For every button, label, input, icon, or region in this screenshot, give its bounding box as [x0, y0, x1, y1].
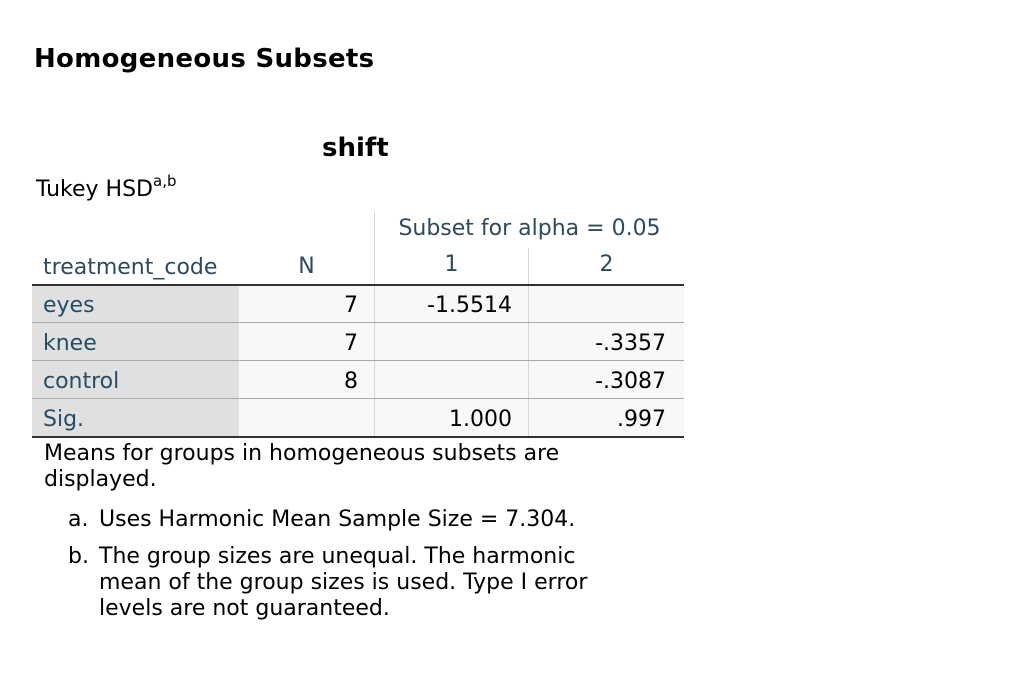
table-bottom-rule: [32, 436, 684, 438]
row-label-sig: Sig.: [43, 407, 85, 432]
subtitle-text: Tukey HSD: [36, 177, 153, 202]
cell-subset1-eyes: -1.5514: [427, 293, 512, 318]
table-subtitle: Tukey HSDa,b: [36, 174, 176, 203]
header-bottom-rule: [32, 284, 684, 286]
col-separator-n: [374, 212, 375, 438]
footnote-b: The group sizes are unequal. The harmoni…: [99, 544, 588, 621]
row-label-eyes: eyes: [43, 293, 95, 318]
col-header-subset-1: 1: [444, 252, 459, 277]
footnote-mark-b: b.: [68, 544, 89, 569]
footnote-a: Uses Harmonic Mean Sample Size = 7.304.: [99, 507, 576, 532]
row-label-knee: knee: [43, 331, 97, 356]
cell-subset1-sig: 1.000: [449, 407, 512, 432]
subtitle-footnote-marks: a,b: [153, 172, 177, 190]
table-note: Means for groups in homogeneous subsets …: [44, 441, 560, 492]
homogeneous-subsets-table: Subset for alpha = 0.05 treatment_code N…: [32, 212, 684, 438]
section-heading: Homogeneous Subsets: [34, 44, 375, 74]
cell-subset2-sig: .997: [617, 407, 666, 432]
row-label-control: control: [43, 369, 120, 394]
table-title: shift: [322, 133, 389, 163]
cell-subset2-control: -.3087: [595, 369, 666, 394]
row-divider: [32, 398, 684, 399]
row-divider: [32, 322, 684, 323]
cell-n-control: 8: [344, 369, 358, 394]
row-divider: [32, 360, 684, 361]
cell-n-knee: 7: [344, 331, 358, 356]
footnote-mark-a: a.: [68, 507, 89, 532]
subset-spanner-header: Subset for alpha = 0.05: [398, 216, 661, 241]
col-header-subset-2: 2: [599, 252, 614, 277]
cell-subset2-knee: -.3357: [595, 331, 666, 356]
col-header-treatment-code: treatment_code: [43, 255, 218, 280]
col-header-n: N: [298, 254, 315, 279]
cell-n-eyes: 7: [344, 293, 358, 318]
